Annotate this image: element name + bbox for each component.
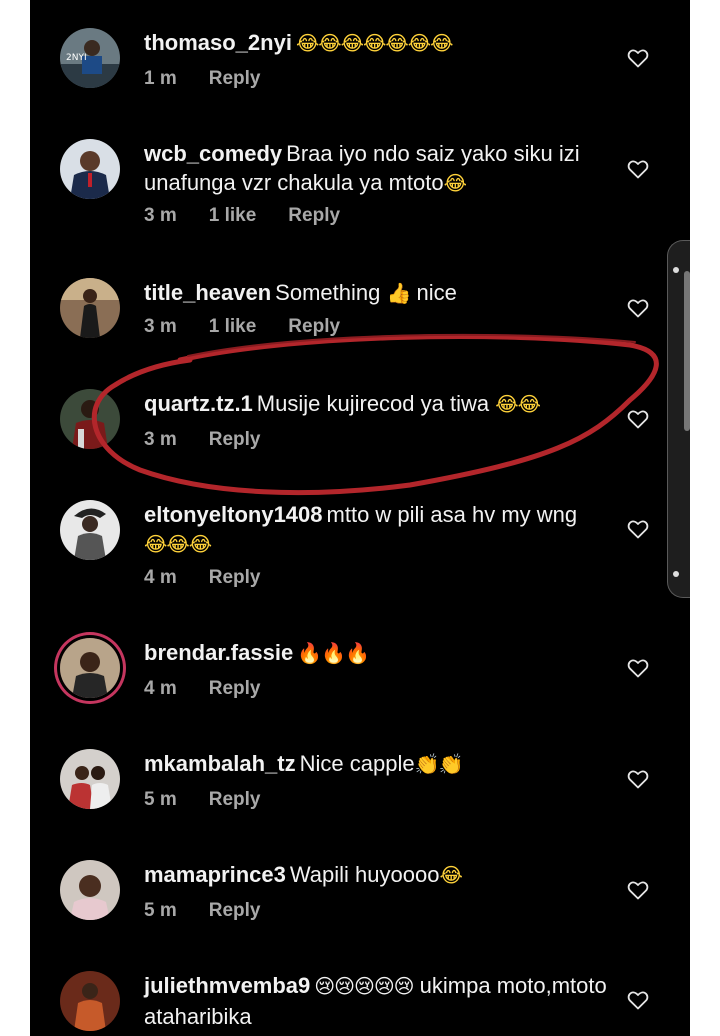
laughing-emoji-icon: 😂	[443, 173, 467, 195]
reply-button[interactable]: Reply	[288, 316, 340, 337]
comment-text: thomaso_2nyi 😂😂😂😂😂😂😂	[144, 28, 614, 59]
heart-outline-icon[interactable]	[626, 407, 650, 431]
comment-username[interactable]: brendar.fassie	[144, 640, 293, 665]
avatar[interactable]	[60, 278, 120, 338]
avatar[interactable]: 2NYI	[60, 28, 120, 88]
heart-outline-icon[interactable]	[626, 46, 650, 70]
laughing-emoji-icon: 😂😂😂	[144, 534, 212, 556]
heart-outline-icon[interactable]	[626, 878, 650, 902]
comment-username[interactable]: eltonyeltony1408	[144, 502, 323, 527]
comment-time: 1 m	[144, 68, 177, 89]
heart-outline-icon[interactable]	[626, 157, 650, 181]
reply-button[interactable]: Reply	[209, 429, 261, 450]
comment-body: mtto w pili asa hv my wng	[326, 502, 578, 527]
avatar[interactable]	[60, 749, 120, 809]
clapping-emoji-icon: 👏👏	[414, 754, 464, 776]
comment-body: Something	[275, 280, 381, 305]
comment-meta: 1 m Reply	[144, 68, 293, 90]
comment-time: 3 m	[144, 316, 177, 337]
comment-time: 3 m	[144, 205, 177, 226]
heart-outline-icon[interactable]	[626, 767, 650, 791]
thumbs-up-emoji-icon: 👍	[386, 283, 411, 305]
handle-dot	[673, 267, 679, 273]
avatar[interactable]	[60, 389, 120, 449]
comment-text: mamaprince3 Wapili huyoooo😂	[144, 860, 614, 891]
svg-text:2NYI: 2NYI	[66, 53, 87, 63]
comment-username[interactable]: mkambalah_tz	[144, 751, 296, 776]
comment-username[interactable]: juliethmvemba9	[144, 973, 310, 998]
comment-time: 5 m	[144, 900, 177, 921]
comment-text: quartz.tz.1 Musije kujirecod ya tiwa 😂😂	[144, 389, 614, 420]
laughing-emoji-icon: 😂	[439, 865, 462, 887]
comment-username[interactable]: thomaso_2nyi	[144, 30, 292, 55]
comment-meta: 5 m Reply	[144, 900, 293, 922]
comment-username[interactable]: wcb_comedy	[144, 141, 282, 166]
edge-panel-handle[interactable]	[667, 240, 690, 598]
comment-time: 4 m	[144, 678, 177, 699]
scroll-thumb[interactable]	[684, 271, 690, 431]
comment-text: eltonyeltony1408 mtto w pili asa hv my wn…	[144, 500, 614, 560]
avatar[interactable]	[60, 971, 120, 1031]
laughing-emoji-icon: 😂😂😂😂😂😂😂	[295, 33, 454, 55]
reply-button[interactable]: Reply	[209, 900, 261, 921]
comment-meta: 3 m 1 like Reply	[144, 205, 372, 227]
comment-body: Musije kujirecod ya tiwa	[256, 391, 490, 416]
comment-text: brendar.fassie 🔥🔥🔥	[144, 638, 614, 669]
comment-meta: 5 m Reply	[144, 789, 293, 811]
fire-emoji-icon: 🔥🔥🔥	[297, 643, 370, 665]
reply-button[interactable]: Reply	[288, 205, 340, 226]
crying-emoji-icon: 😢😢😢😢😢	[314, 976, 414, 998]
comment-username[interactable]: quartz.tz.1	[144, 391, 253, 416]
comment-username[interactable]: mamaprince3	[144, 862, 286, 887]
comment-meta: 3 m 1 like Reply	[144, 316, 372, 338]
red-circle-annotation	[91, 333, 659, 496]
reply-button[interactable]: Reply	[209, 678, 261, 699]
comment-body: Nice capple	[299, 751, 415, 776]
comment-text: wcb_comedy Braa iyo ndo saiz yako siku iz…	[144, 139, 614, 199]
heart-outline-icon[interactable]	[626, 517, 650, 541]
avatar-story-ring[interactable]	[60, 638, 120, 698]
avatar[interactable]	[60, 139, 120, 199]
heart-outline-icon[interactable]	[626, 988, 650, 1012]
avatar[interactable]	[60, 500, 120, 560]
comment-text: title_heaven Something 👍 nice	[144, 278, 614, 309]
laughing-emoji-icon: 😂😂	[495, 394, 541, 416]
heart-outline-icon[interactable]	[626, 656, 650, 680]
avatar[interactable]	[60, 860, 120, 920]
comment-time: 4 m	[144, 567, 177, 588]
reply-button[interactable]: Reply	[209, 567, 261, 588]
comment-username[interactable]: title_heaven	[144, 280, 271, 305]
comment-meta: 4 m Reply	[144, 678, 293, 700]
comments-screen: 2NYI thomaso_2nyi 😂😂😂😂😂😂😂 1 m Reply wcb_co…	[30, 0, 690, 1036]
handle-dot	[673, 571, 679, 577]
comment-time: 5 m	[144, 789, 177, 810]
comment-meta: 4 m Reply	[144, 567, 293, 589]
likes-count[interactable]: 1 like	[209, 316, 257, 337]
heart-outline-icon[interactable]	[626, 296, 650, 320]
comment-text: mkambalah_tz Nice capple👏👏	[144, 749, 614, 780]
likes-count[interactable]: 1 like	[209, 205, 257, 226]
comment-meta: 3 m Reply	[144, 429, 293, 451]
comment-time: 3 m	[144, 429, 177, 450]
reply-button[interactable]: Reply	[209, 68, 261, 89]
reply-button[interactable]: Reply	[209, 789, 261, 810]
comment-body-end: nice	[416, 280, 457, 305]
comment-text: juliethmvemba9 😢😢😢😢😢 ukimpa moto,mtoto at…	[144, 971, 614, 1031]
comment-body: Wapili huyoooo	[289, 862, 440, 887]
